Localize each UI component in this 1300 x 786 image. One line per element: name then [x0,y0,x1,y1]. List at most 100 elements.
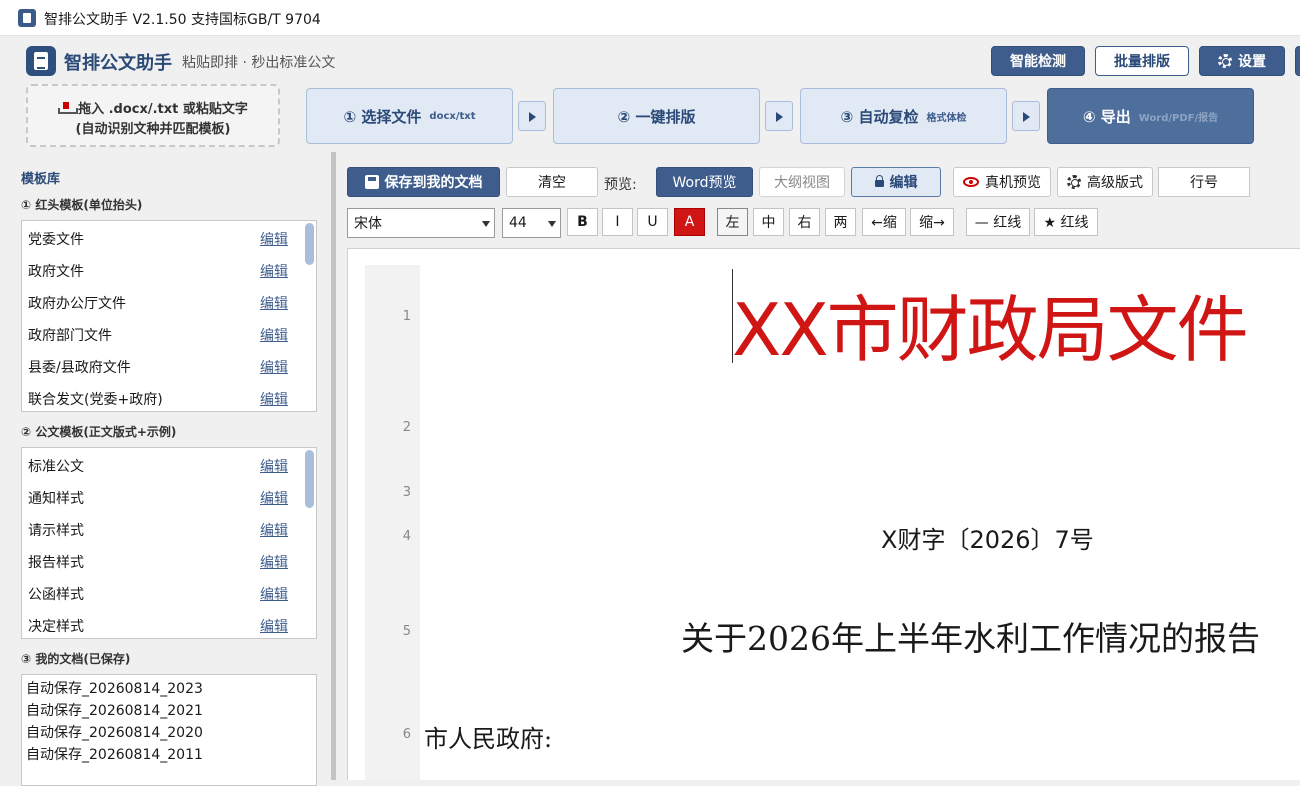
batch-layout-button[interactable]: 批量排版 [1095,46,1189,76]
list-item[interactable]: 报告样式 编辑 [22,545,302,577]
bold-button[interactable]: B [567,208,598,236]
save-icon [364,175,379,189]
list-item[interactable]: 决定样式 编辑 [22,609,302,638]
document-editor[interactable]: 1 2 3 4 5 6 XX市财政局文件 X财字〔2026〕7号 关于2026年… [347,248,1300,780]
align-left-button[interactable]: 左 [717,208,748,236]
lock-icon [874,174,884,187]
list-item[interactable]: 自动保存_20260814_2020 [26,722,203,742]
gear-icon [1218,54,1232,68]
line-number-gutter: 1 2 3 4 5 6 [365,265,420,780]
section-red-header-title: ① 红头模板(单位抬头) [21,198,143,212]
list-item[interactable]: 县委/县政府文件 编辑 [22,350,302,382]
section-doc-template-title: ② 公文模板(正文版式+示例) [21,425,177,439]
drop-zone-line2: (自动识别文种并匹配模板) [75,122,231,137]
upload-icon [58,102,79,114]
list-item[interactable]: 政府文件 编辑 [22,254,302,286]
template-library-panel: 模板库 ① 红头模板(单位抬头) 党委文件 编辑 政府文件 编辑 政府办公厅文件 编辑… [0,152,332,786]
step-one-click-layout[interactable]: ② 一键排版 [553,88,760,144]
step-select-file[interactable]: ① 选择文件 docx/txt [306,88,513,144]
chevron-down-icon [482,221,490,227]
edit-link[interactable]: 编辑 [260,552,288,572]
list-item[interactable]: 自动保存_20260814_2021 [26,700,203,720]
step-arrow-icon [1012,101,1040,131]
edit-mode-button[interactable]: 编辑 [851,167,941,197]
align-right-button[interactable]: 右 [789,208,820,236]
edit-link[interactable]: 编辑 [260,488,288,508]
clear-button[interactable]: 清空 [506,167,598,197]
outdent-button[interactable]: ←缩 [862,208,906,236]
window-title-bar: 智排公文助手 V2.1.50 支持国标GB/T 9704 [0,0,1300,36]
red-header-template-list[interactable]: 党委文件 编辑 政府文件 编辑 政府办公厅文件 编辑 政府部门文件 编辑 县委/县政府文… [21,220,317,412]
chevron-down-icon [548,221,556,227]
edit-link[interactable]: 编辑 [260,229,288,249]
smart-check-button[interactable]: 智能检测 [991,46,1085,76]
save-to-my-docs-button[interactable]: 保存到我的文档 [347,167,500,197]
line-number: 1 [402,309,411,324]
edit-link[interactable]: 编辑 [260,456,288,476]
line-number: 6 [402,727,411,742]
edit-link[interactable]: 编辑 [260,520,288,540]
justify-button[interactable]: 两 [825,208,856,236]
list-item[interactable]: 政府部门文件 编辑 [22,318,302,350]
brand-name: 智排公文助手 [64,53,172,74]
font-family-select[interactable]: 宋体 [347,208,495,238]
text-color-button[interactable]: A [674,208,705,236]
scrollbar-thumb[interactable] [305,450,314,508]
file-drop-zone[interactable]: 拖入 .docx/.txt 或粘贴文字 (自动识别文种并匹配模板) [26,84,280,147]
drop-zone-line1: 拖入 .docx/.txt 或粘贴文字 [28,98,278,117]
brand-logo-icon [26,46,56,76]
settings-label: 设置 [1238,54,1266,70]
line-number-toggle[interactable]: 行号 [1158,167,1250,197]
eye-icon [963,177,979,187]
step-auto-recheck[interactable]: ③ 自动复检 格式体检 [800,88,1007,144]
insert-red-rule-button[interactable]: — 红线 [966,208,1030,236]
list-item[interactable]: 联合发文(党委+政府) 编辑 [22,382,302,411]
edit-link[interactable]: 编辑 [260,584,288,604]
red-header-text: XX市财政局文件 [732,288,1249,372]
list-item[interactable]: 自动保存_20260814_2011 [26,744,203,764]
document-title: 关于2026年上半年水利工作情况的报告 [681,619,1260,658]
section-my-docs-title: ③ 我的文档(已保存) [21,652,131,666]
list-item[interactable]: 自动保存_20260814_2023 [26,678,203,698]
underline-button[interactable]: U [637,208,668,236]
edit-link[interactable]: 编辑 [260,616,288,636]
step-arrow-icon [518,101,546,131]
line-number: 2 [402,420,411,435]
insert-star-red-rule-button[interactable]: ★ 红线 [1034,208,1098,236]
word-preview-button[interactable]: Word预览 [656,167,753,197]
line-number: 3 [402,485,411,500]
doc-template-list[interactable]: 标准公文 编辑 通知样式 编辑 请示样式 编辑 报告样式 编辑 公函样式 编辑 决定样式编… [21,447,317,639]
edit-link[interactable]: 编辑 [260,357,288,377]
step-export[interactable]: ④ 导出 Word/PDF/报告 [1047,88,1254,144]
overflow-button[interactable] [1295,46,1300,76]
brand-subtitle: 粘贴即排 · 秒出标准公文 [182,55,336,71]
salutation: 市人民政府: [424,725,553,753]
line-number: 5 [402,624,411,639]
indent-button[interactable]: 缩→ [910,208,954,236]
font-size-select[interactable]: 44 [502,208,561,238]
document-number: X财字〔2026〕7号 [881,526,1094,554]
outline-view-button[interactable]: 大纲视图 [759,167,845,197]
edit-link[interactable]: 编辑 [260,293,288,313]
list-item[interactable]: 公函样式 编辑 [22,577,302,609]
window-title: 智排公文助手 V2.1.50 支持国标GB/T 9704 [44,12,321,28]
advanced-layout-button[interactable]: 高级版式 [1057,167,1153,197]
italic-button[interactable]: I [602,208,633,236]
list-item[interactable]: 通知样式 编辑 [22,481,302,513]
device-preview-button[interactable]: 真机预览 [953,167,1051,197]
edit-link[interactable]: 编辑 [260,325,288,345]
app-header: 智排公文助手 粘贴即排 · 秒出标准公文 智能检测 批量排版 设置 拖入 .do… [0,36,1300,152]
app-icon [18,9,36,27]
scrollbar-thumb[interactable] [305,223,314,265]
list-item[interactable]: 标准公文 编辑 [22,449,302,481]
settings-button[interactable]: 设置 [1199,46,1285,76]
my-documents-list[interactable]: 自动保存_20260814_2023 自动保存_20260814_2021 自动… [21,674,317,786]
list-item[interactable]: 政府办公厅文件 编辑 [22,286,302,318]
edit-link[interactable]: 编辑 [260,261,288,281]
edit-link[interactable]: 编辑 [260,389,288,409]
preview-label: 预览: [604,177,637,193]
align-center-button[interactable]: 中 [753,208,784,236]
step-arrow-icon [765,101,793,131]
list-item[interactable]: 请示样式 编辑 [22,513,302,545]
list-item[interactable]: 党委文件 编辑 [22,222,302,254]
